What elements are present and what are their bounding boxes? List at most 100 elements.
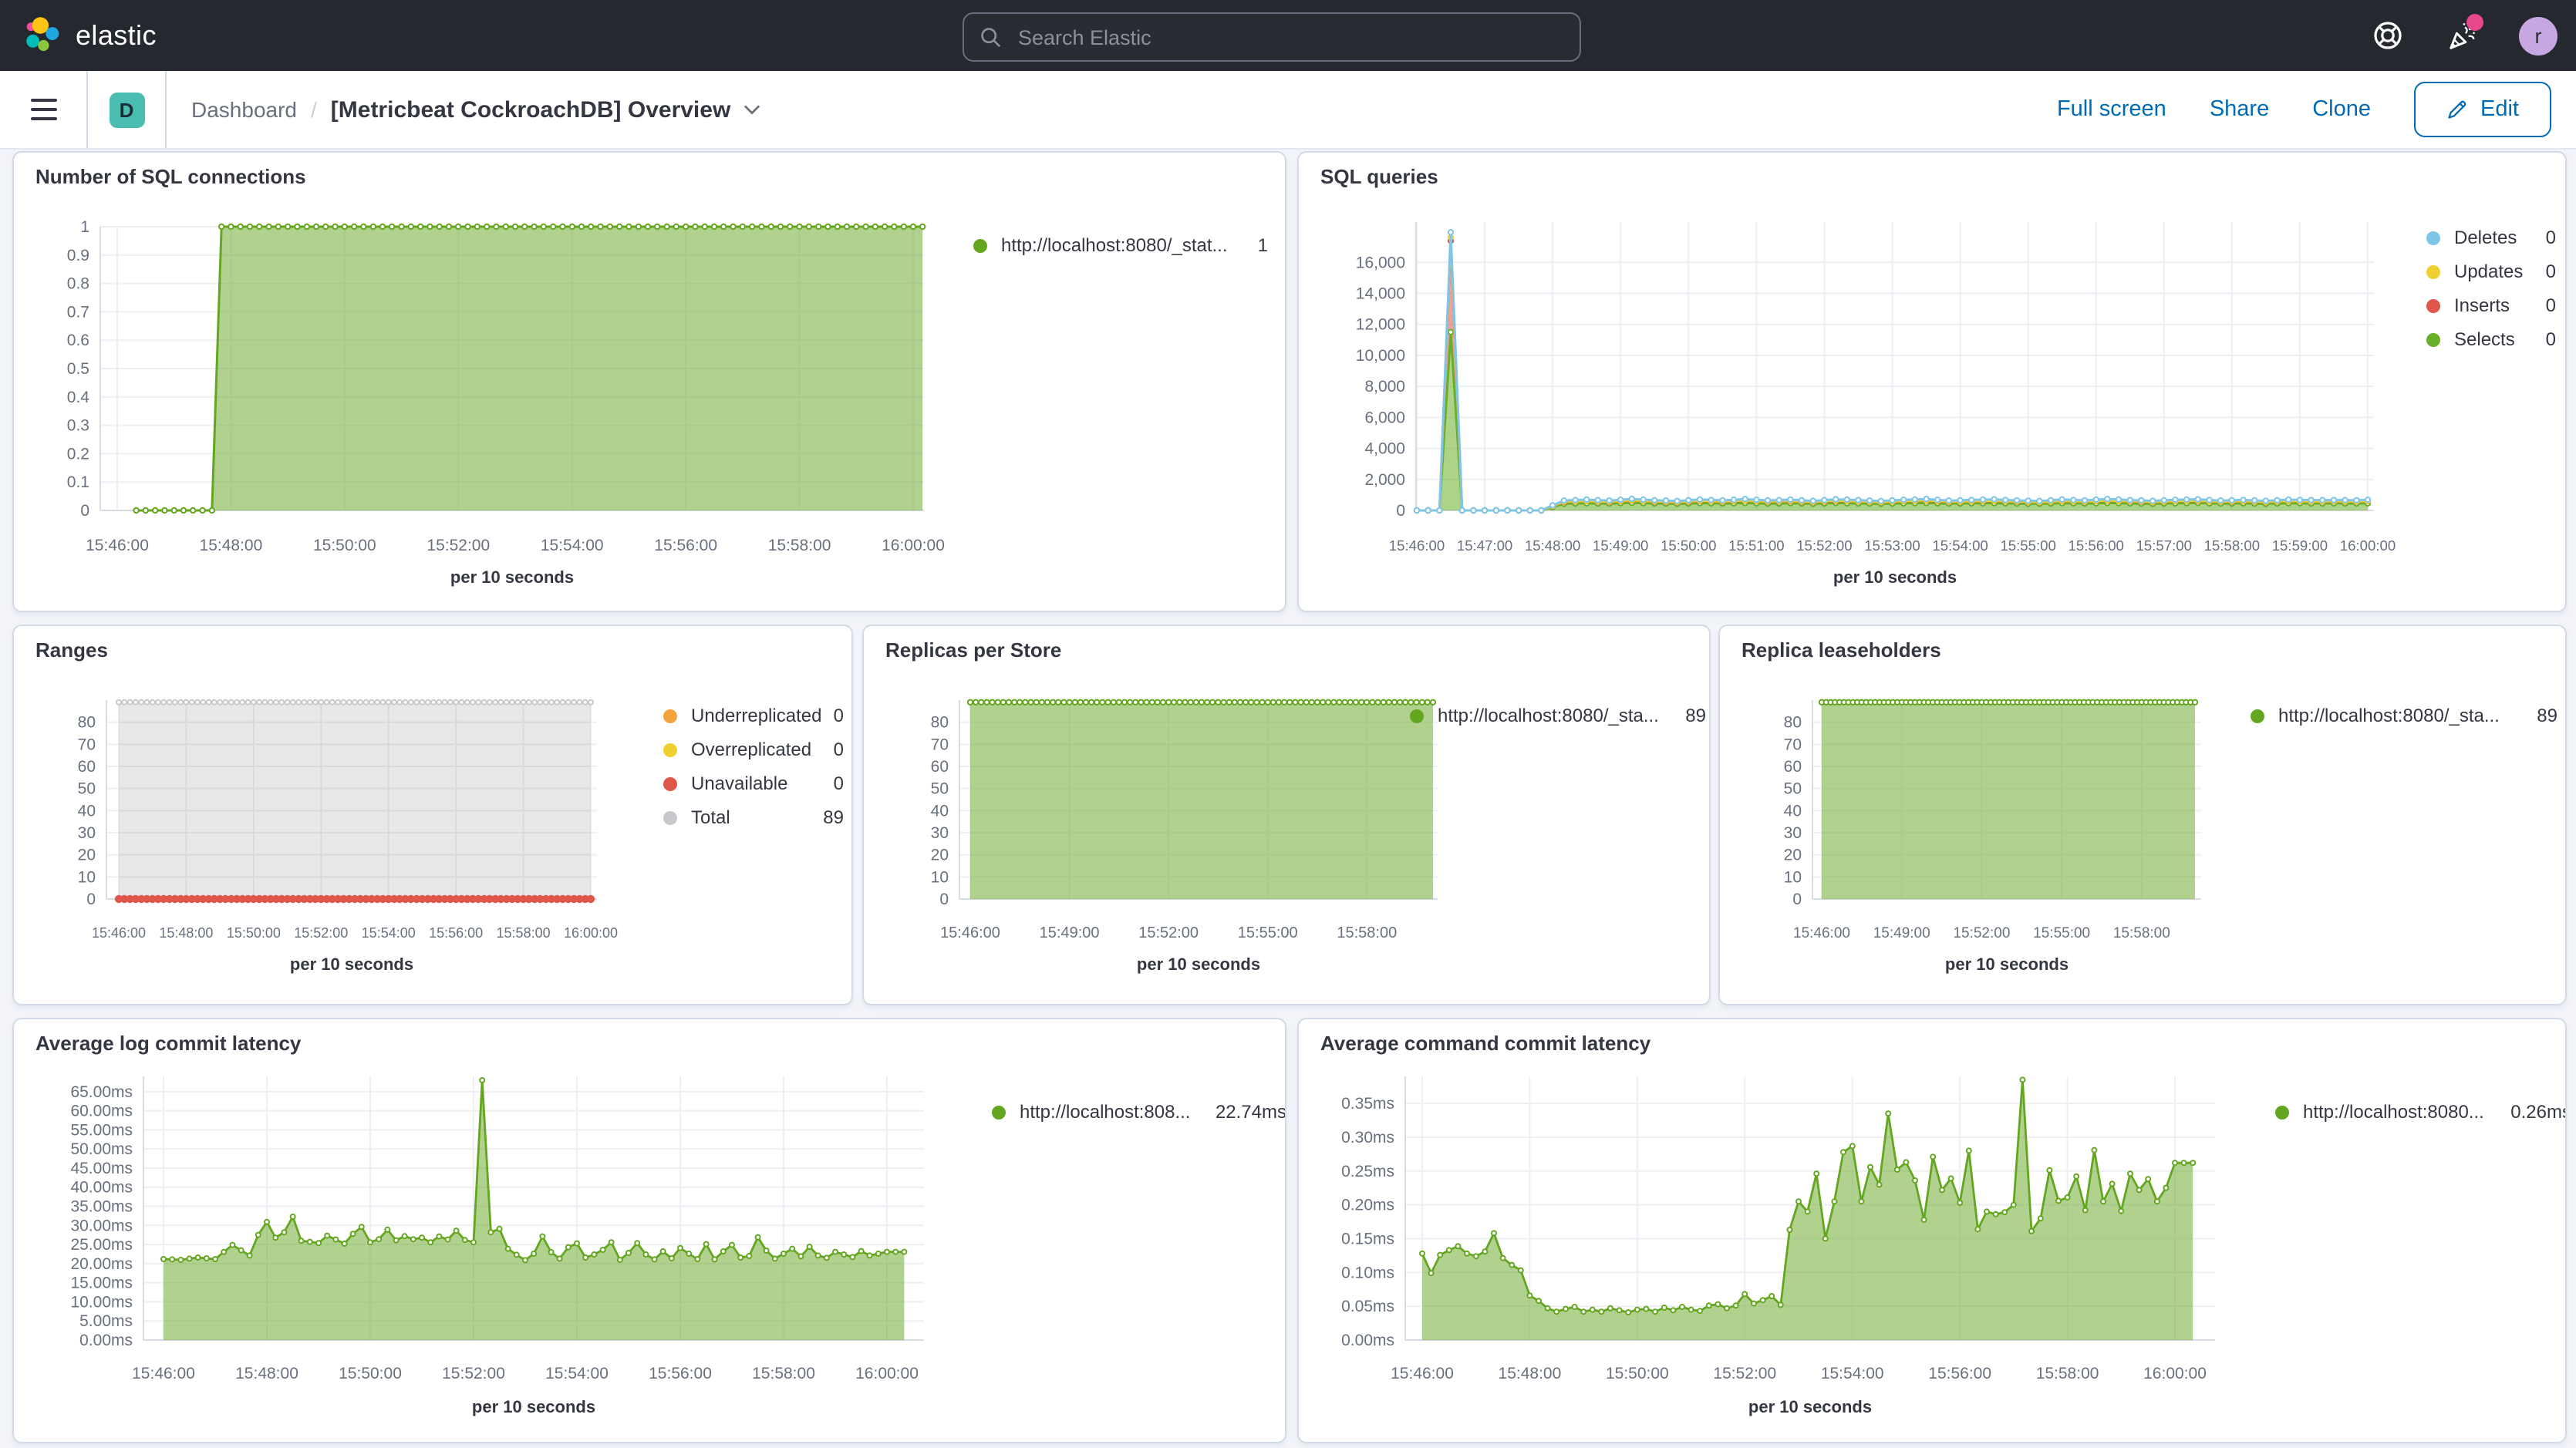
svg-text:15:56:00: 15:56:00 <box>429 925 483 941</box>
svg-text:5.00ms: 5.00ms <box>79 1312 133 1330</box>
share-button[interactable]: Share <box>2210 97 2269 122</box>
help-icon[interactable] <box>2371 19 2405 52</box>
edit-button[interactable]: Edit <box>2414 82 2551 137</box>
legend-value: 0 <box>821 773 844 794</box>
legend-item: http://localhost:808... 22.74ms <box>992 1095 1286 1129</box>
svg-text:60: 60 <box>1784 758 1802 776</box>
legend-label[interactable]: http://localhost:8080/_stat... <box>1001 234 1228 256</box>
legend-label[interactable]: http://localhost:8080/_sta... <box>1438 705 1659 726</box>
svg-text:15:46:00: 15:46:00 <box>86 537 149 554</box>
brand-name: elastic <box>76 19 157 52</box>
svg-text:50: 50 <box>78 780 96 798</box>
panel-sql-queries: SQL queries 02,0004,0006,0008,00010,0001… <box>1297 151 2567 612</box>
panel-average-log-commit-latency: Average log commit latency 0.00ms5.00ms1… <box>12 1018 1286 1443</box>
svg-text:25.00ms: 25.00ms <box>70 1236 133 1254</box>
svg-text:10: 10 <box>1784 868 1802 886</box>
pencil-icon <box>2446 99 2468 120</box>
legend-swatch-icon <box>1410 709 1424 722</box>
legend-label[interactable]: Unavailable <box>691 773 787 794</box>
svg-text:15:50:00: 15:50:00 <box>313 537 376 554</box>
legend-label[interactable]: Overreplicated <box>691 739 811 760</box>
svg-text:50: 50 <box>1784 780 1802 798</box>
legend-label[interactable]: Selects <box>2454 328 2515 350</box>
svg-text:20: 20 <box>931 847 949 864</box>
legend-replicas-per-store: http://localhost:8080/_sta...89 <box>1410 699 1706 732</box>
svg-text:15:49:00: 15:49:00 <box>1040 924 1100 941</box>
legend-label[interactable]: Total <box>691 807 730 828</box>
legend-swatch-icon <box>2251 709 2264 722</box>
legend-value: 0 <box>821 705 844 726</box>
legend-label[interactable]: http://localhost:8080... <box>2303 1101 2484 1123</box>
legend-label[interactable]: http://localhost:8080/_sta... <box>2278 705 2500 726</box>
svg-text:15:54:00: 15:54:00 <box>1932 537 1988 554</box>
svg-text:15:46:00: 15:46:00 <box>1389 537 1445 554</box>
svg-text:15:49:00: 15:49:00 <box>1593 537 1648 554</box>
chart-canvas-replica-leaseholders[interactable]: 0102030405060708015:46:0015:49:0015:52:0… <box>1720 626 2565 1004</box>
svg-text:15:58:00: 15:58:00 <box>768 537 831 554</box>
global-search[interactable] <box>963 12 1581 62</box>
legend-label[interactable]: Inserts <box>2454 295 2510 316</box>
svg-text:per 10 seconds: per 10 seconds <box>1833 567 1957 587</box>
svg-text:20: 20 <box>1784 847 1802 864</box>
legend-value: 0.26ms <box>2498 1101 2567 1123</box>
legend-swatch-icon <box>992 1105 1006 1119</box>
svg-text:15:56:00: 15:56:00 <box>649 1365 712 1382</box>
chart-canvas-log-commit-latency[interactable]: 0.00ms5.00ms10.00ms15.00ms20.00ms25.00ms… <box>14 1019 1285 1442</box>
svg-text:0.2: 0.2 <box>67 445 89 463</box>
svg-text:15:55:00: 15:55:00 <box>2033 925 2090 941</box>
legend-ranges: Underreplicated0Overreplicated0Unavailab… <box>663 699 844 834</box>
svg-text:0: 0 <box>1792 891 1802 908</box>
panel-title: Replica leaseholders <box>1741 638 1941 662</box>
legend-label[interactable]: Updates <box>2454 261 2523 282</box>
svg-text:45.00ms: 45.00ms <box>70 1160 133 1177</box>
legend-label[interactable]: Deletes <box>2454 227 2517 248</box>
full-screen-button[interactable]: Full screen <box>2057 97 2166 122</box>
legend-item: http://localhost:8080/_sta...89 <box>1410 699 1706 732</box>
legend-item: Inserts0 <box>2426 288 2556 322</box>
legend-label[interactable]: http://localhost:808... <box>1020 1101 1191 1123</box>
svg-text:15:46:00: 15:46:00 <box>1391 1365 1454 1382</box>
news-feed-icon[interactable] <box>2445 19 2479 52</box>
legend-swatch-icon <box>663 743 677 756</box>
search-input[interactable] <box>1015 24 1530 50</box>
svg-text:15:53:00: 15:53:00 <box>1864 537 1920 554</box>
legend-sql-connections: http://localhost:8080/_stat...1 <box>973 228 1268 262</box>
chart-canvas-sql-connections[interactable]: 00.10.20.30.40.50.60.70.80.9115:46:0015:… <box>14 153 1285 611</box>
chart-canvas-sql-queries[interactable]: 02,0004,0006,0008,00010,00012,00014,0001… <box>1299 153 2565 611</box>
svg-text:60: 60 <box>931 758 949 776</box>
svg-text:0.9: 0.9 <box>67 247 89 264</box>
legend-swatch-icon <box>663 776 677 790</box>
svg-text:80: 80 <box>78 714 96 732</box>
svg-text:80: 80 <box>931 714 949 732</box>
svg-text:15:50:00: 15:50:00 <box>227 925 281 941</box>
svg-text:15:54:00: 15:54:00 <box>362 925 416 941</box>
svg-text:0.00ms: 0.00ms <box>1341 1332 1394 1349</box>
dashboard-badge-letter: D <box>109 92 144 127</box>
dashboard-title-menu[interactable]: [Metricbeat CockroachDB] Overview <box>331 96 760 123</box>
svg-text:0.6: 0.6 <box>67 332 89 349</box>
svg-text:12,000: 12,000 <box>1356 316 1405 334</box>
chevron-down-icon <box>743 103 760 116</box>
svg-text:40: 40 <box>931 802 949 820</box>
legend-item: http://localhost:8080/_stat...1 <box>973 228 1268 262</box>
svg-text:16:00:00: 16:00:00 <box>564 925 618 941</box>
svg-text:16:00:00: 16:00:00 <box>855 1365 919 1382</box>
svg-text:30: 30 <box>931 824 949 842</box>
clone-button[interactable]: Clone <box>2312 97 2371 122</box>
svg-text:15:52:00: 15:52:00 <box>442 1365 505 1382</box>
breadcrumb-dashboard-link[interactable]: Dashboard <box>191 97 297 122</box>
user-avatar[interactable]: r <box>2519 16 2557 55</box>
menu-button[interactable] <box>0 71 88 148</box>
chart-canvas-replicas-per-store[interactable]: 0102030405060708015:46:0015:49:0015:52:0… <box>864 626 1709 1004</box>
chart-canvas-command-commit-latency[interactable]: 0.00ms0.05ms0.10ms0.15ms0.20ms0.25ms0.30… <box>1299 1019 2565 1442</box>
legend-label[interactable]: Underreplicated <box>691 705 821 726</box>
svg-text:20: 20 <box>78 847 96 864</box>
svg-text:15:56:00: 15:56:00 <box>1928 1365 1991 1382</box>
panel-ranges: Ranges 0102030405060708015:46:0015:48:00… <box>12 625 853 1005</box>
elastic-brand[interactable]: elastic <box>0 15 157 56</box>
legend-value: 22.74ms <box>1203 1101 1286 1123</box>
panel-title: Average log commit latency <box>35 1032 301 1055</box>
svg-text:15:51:00: 15:51:00 <box>1728 537 1784 554</box>
svg-text:per 10 seconds: per 10 seconds <box>1748 1397 1872 1416</box>
svg-text:15:46:00: 15:46:00 <box>132 1365 195 1382</box>
